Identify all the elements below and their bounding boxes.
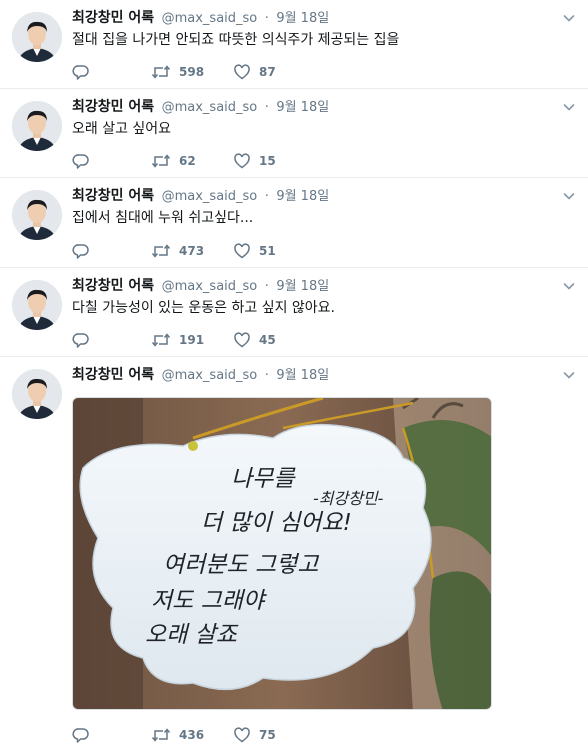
- tweet-text: 다칠 가능성이 있는 운동은 하고 싶지 않아요.: [72, 300, 335, 316]
- chevron-down-icon[interactable]: [563, 369, 575, 381]
- chevron-down-icon[interactable]: [563, 12, 575, 24]
- tweet[interactable]: 최강창민 어록 @max_said_so · 9월 18일 다칠 가능성이 있는…: [0, 268, 588, 357]
- heart-icon: [234, 332, 250, 348]
- avatar-image: [12, 369, 62, 419]
- like-button[interactable]: 75: [233, 725, 276, 745]
- separator-dot: ·: [264, 11, 269, 26]
- user-handle[interactable]: @max_said_so: [162, 368, 258, 383]
- avatar-image: [12, 190, 62, 240]
- reply-icon: [72, 728, 89, 743]
- user-handle[interactable]: @max_said_so: [162, 189, 258, 204]
- photo-image: 나무를 -최강창민- 더 많이 심어요! 여러분도 그렇고 저도 그래야 오래 …: [73, 398, 491, 709]
- tweet-text: 집에서 침대에 누워 쉬고싶다...: [72, 210, 254, 226]
- separator-dot: ·: [264, 189, 269, 204]
- tweet-header: 최강창민 어록 @max_said_so · 9월 18일: [72, 186, 329, 206]
- like-button[interactable]: 15: [233, 151, 276, 171]
- reply-button[interactable]: [72, 151, 90, 171]
- display-name[interactable]: 최강창민 어록: [72, 278, 154, 294]
- tweet-header: 최강창민 어록 @max_said_so · 9월 18일: [72, 365, 329, 385]
- user-handle[interactable]: @max_said_so: [162, 100, 258, 115]
- reply-icon: [72, 65, 89, 80]
- display-name[interactable]: 최강창민 어록: [72, 367, 154, 383]
- display-name[interactable]: 최강창민 어록: [72, 99, 154, 115]
- tweet-header: 최강창민 어록 @max_said_so · 9월 18일: [72, 276, 329, 296]
- avatar[interactable]: [12, 190, 62, 240]
- avatar[interactable]: [12, 369, 62, 419]
- separator-dot: ·: [264, 368, 269, 383]
- heart-icon: [234, 727, 250, 743]
- tweet-header: 최강창민 어록 @max_said_so · 9월 18일: [72, 97, 329, 117]
- avatar[interactable]: [12, 101, 62, 151]
- avatar-image: [12, 12, 62, 62]
- media-text-line2: 더 많이 심어요!: [201, 510, 352, 536]
- user-handle[interactable]: @max_said_so: [162, 11, 258, 26]
- tweet-header: 최강창민 어록 @max_said_so · 9월 18일: [72, 8, 329, 28]
- chevron-down-icon[interactable]: [563, 190, 575, 202]
- heart-icon: [234, 243, 250, 259]
- media-text-line5: 오래 살죠: [145, 622, 239, 648]
- tweet[interactable]: 최강창민 어록 @max_said_so · 9월 18일 절대 집을 나가면 …: [0, 0, 588, 89]
- user-handle[interactable]: @max_said_so: [162, 279, 258, 294]
- like-count: 75: [259, 728, 276, 742]
- media-text-signature: -최강창민-: [313, 489, 384, 508]
- like-button[interactable]: 45: [233, 330, 276, 350]
- reply-icon: [72, 154, 89, 169]
- like-count: 15: [259, 154, 276, 168]
- retweet-button[interactable]: 598: [151, 62, 204, 82]
- retweet-button[interactable]: 473: [151, 241, 204, 261]
- media-text-line1: 나무를: [231, 466, 296, 492]
- tweet-text: 절대 집을 나가면 안되죠 따뜻한 의식주가 제공되는 집을: [72, 32, 400, 48]
- like-count: 45: [259, 333, 276, 347]
- like-count: 51: [259, 244, 276, 258]
- retweet-count: 436: [179, 728, 205, 742]
- retweet-icon: [151, 728, 171, 742]
- retweet-count: 191: [179, 333, 205, 347]
- media-text-line3: 여러분도 그렇고: [163, 552, 319, 578]
- heart-icon: [234, 64, 250, 80]
- retweet-button[interactable]: 436: [151, 725, 204, 745]
- display-name[interactable]: 최강창민 어록: [72, 10, 154, 26]
- tweet[interactable]: 최강창민 어록 @max_said_so · 9월 18일 집에서 침대에 누워…: [0, 178, 588, 268]
- avatar-image: [12, 101, 62, 151]
- retweet-count: 62: [179, 154, 196, 168]
- media-text-line4: 저도 그래야: [151, 588, 267, 614]
- retweet-button[interactable]: 62: [151, 151, 196, 171]
- like-button[interactable]: 51: [233, 241, 276, 261]
- timestamp[interactable]: 9월 18일: [276, 279, 329, 294]
- avatar[interactable]: [12, 12, 62, 62]
- retweet-count: 473: [179, 244, 205, 258]
- separator-dot: ·: [264, 279, 269, 294]
- tweet[interactable]: 최강창민 어록 @max_said_so · 9월 18일 나무를 -최강창민-…: [0, 357, 588, 753]
- display-name[interactable]: 최강창민 어록: [72, 188, 154, 204]
- reply-button[interactable]: [72, 725, 90, 745]
- timestamp[interactable]: 9월 18일: [276, 189, 329, 204]
- avatar[interactable]: [12, 280, 62, 330]
- reply-icon: [72, 333, 89, 348]
- chevron-down-icon[interactable]: [563, 280, 575, 292]
- timestamp[interactable]: 9월 18일: [276, 11, 329, 26]
- reply-button[interactable]: [72, 62, 90, 82]
- reply-button[interactable]: [72, 241, 90, 261]
- tweet-photo[interactable]: 나무를 -최강창민- 더 많이 심어요! 여러분도 그렇고 저도 그래야 오래 …: [72, 397, 492, 710]
- reply-icon: [72, 244, 89, 259]
- retweet-icon: [151, 65, 171, 79]
- timestamp[interactable]: 9월 18일: [276, 368, 329, 383]
- chevron-down-icon[interactable]: [563, 101, 575, 113]
- retweet-icon: [151, 154, 171, 168]
- heart-icon: [234, 153, 250, 169]
- timeline: 최강창민 어록 @max_said_so · 9월 18일 절대 집을 나가면 …: [0, 0, 588, 753]
- retweet-count: 598: [179, 65, 205, 79]
- like-button[interactable]: 87: [233, 62, 276, 82]
- separator-dot: ·: [264, 100, 269, 115]
- reply-button[interactable]: [72, 330, 90, 350]
- timestamp[interactable]: 9월 18일: [276, 100, 329, 115]
- tweet-text: 오래 살고 싶어요: [72, 121, 172, 137]
- tweet[interactable]: 최강창민 어록 @max_said_so · 9월 18일 오래 살고 싶어요: [0, 89, 588, 178]
- like-count: 87: [259, 65, 276, 79]
- retweet-button[interactable]: 191: [151, 330, 204, 350]
- retweet-icon: [151, 244, 171, 258]
- retweet-icon: [151, 333, 171, 347]
- avatar-image: [12, 280, 62, 330]
